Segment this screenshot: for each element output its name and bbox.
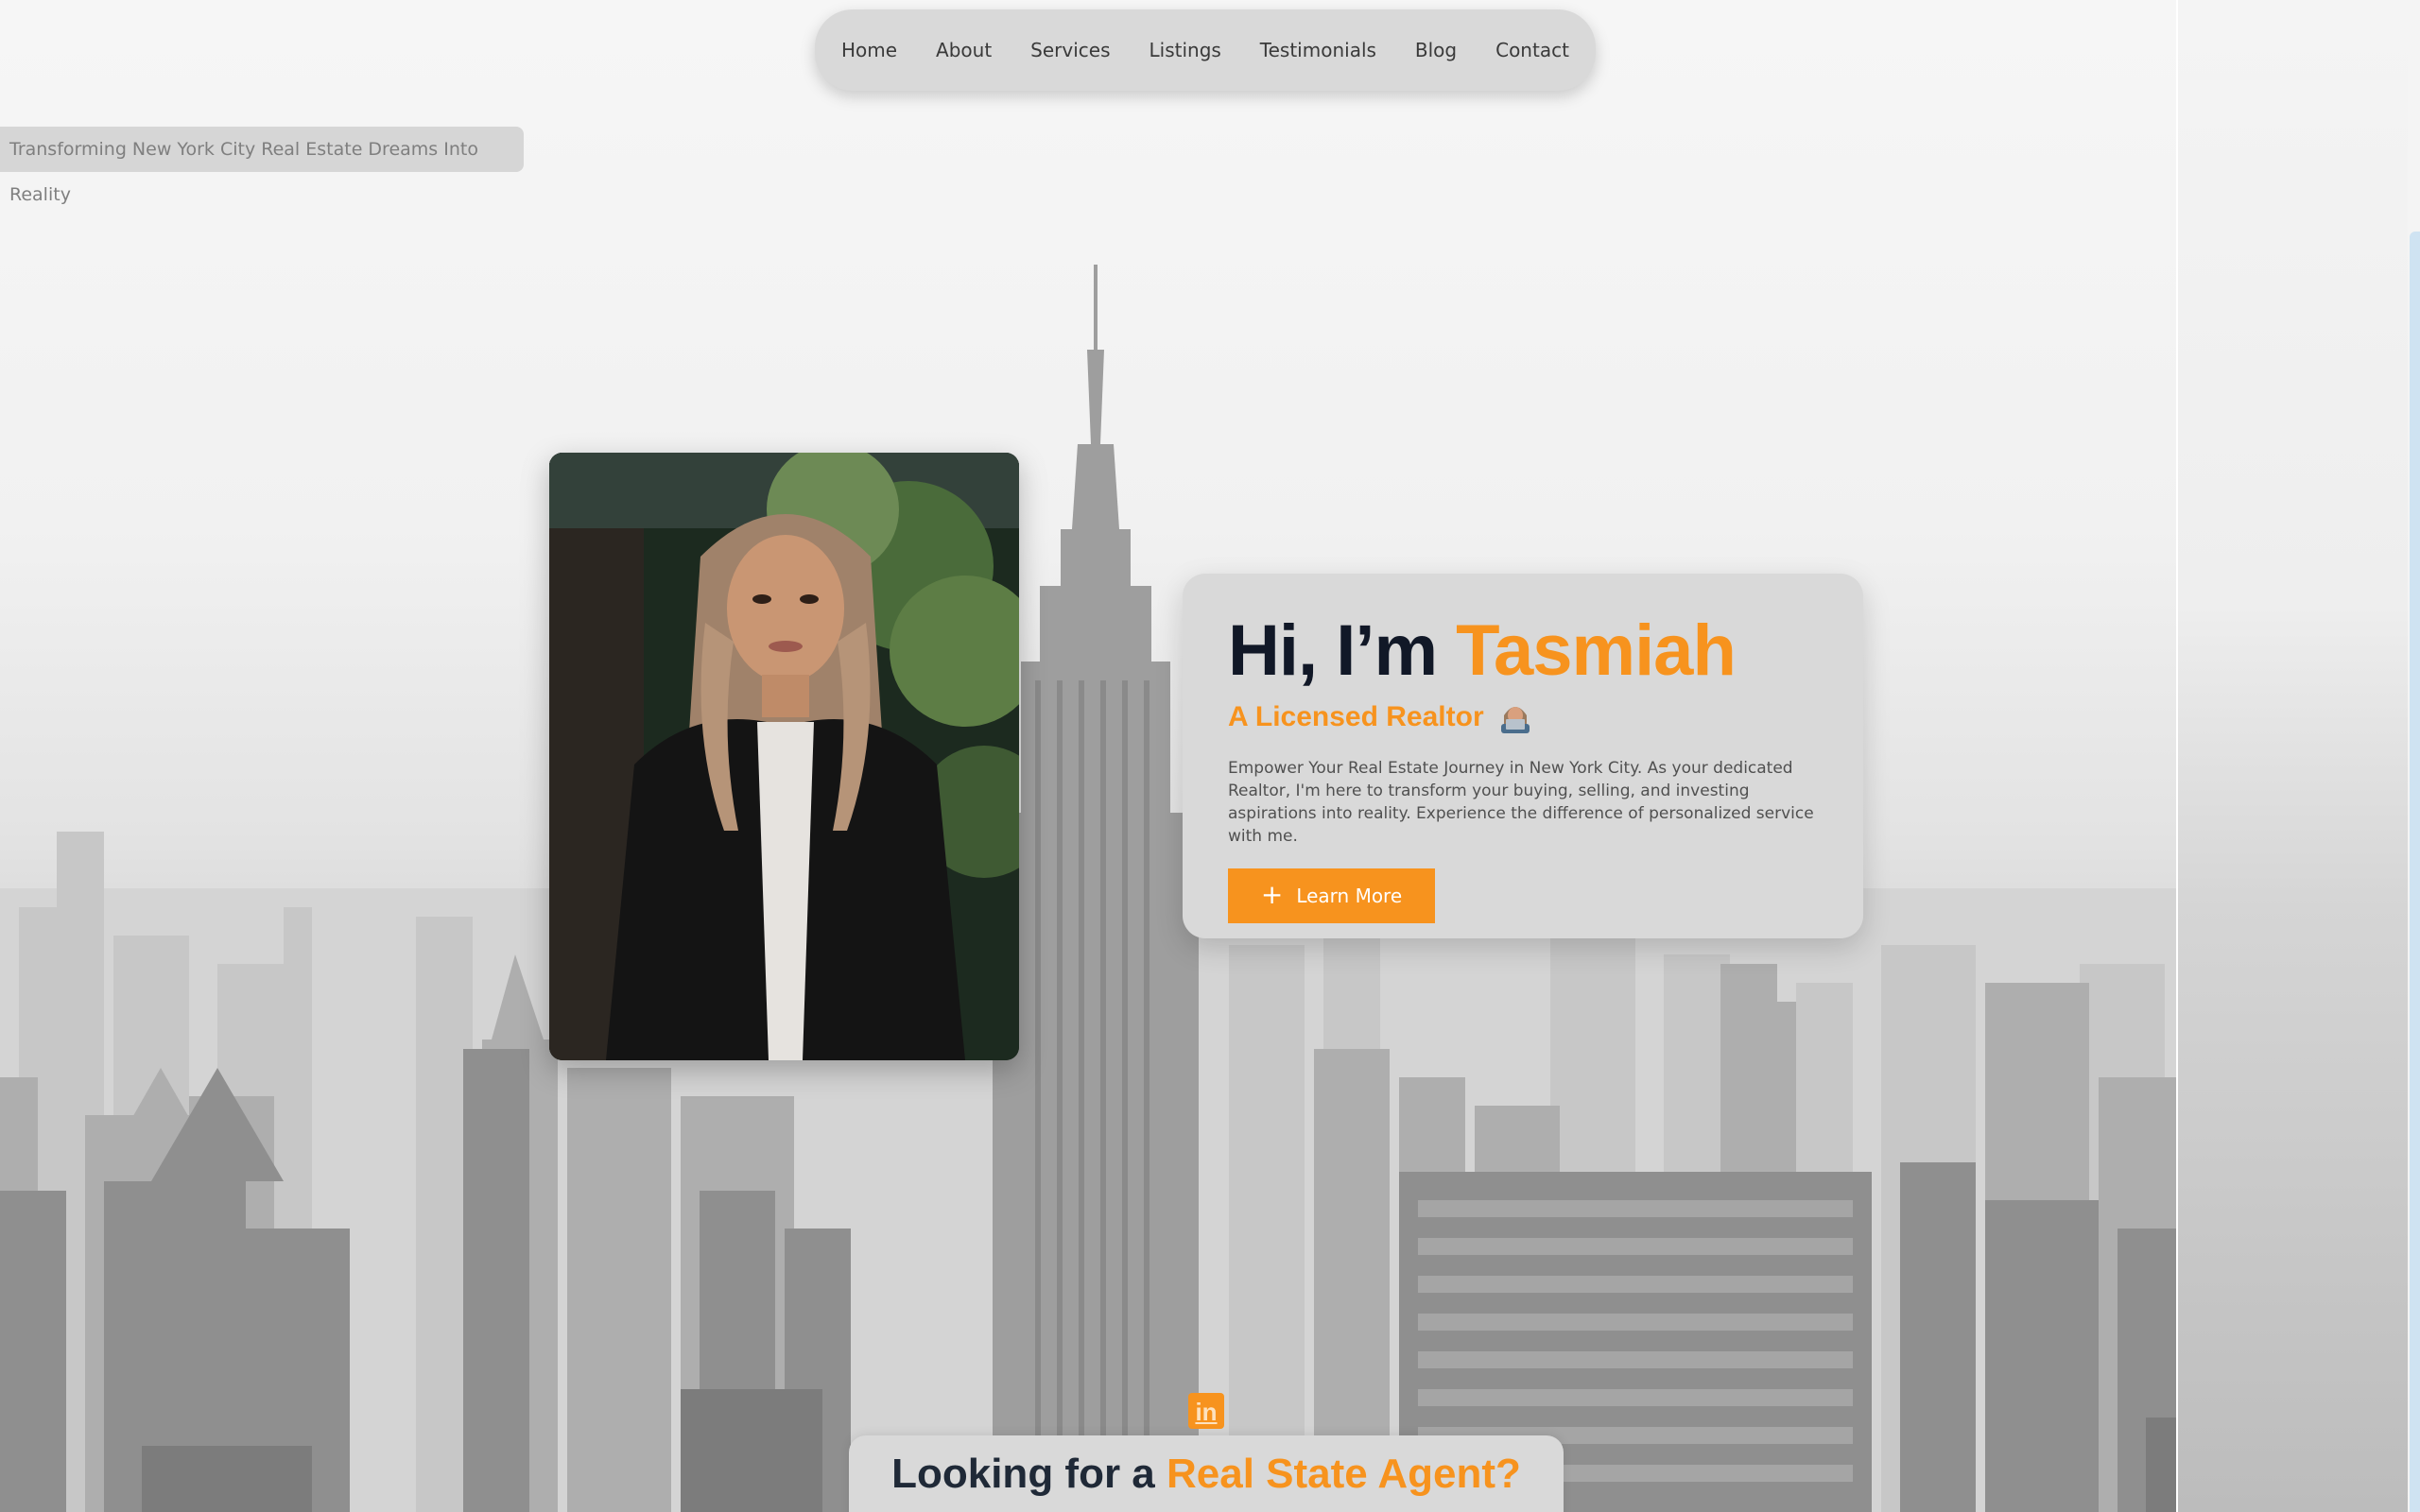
nav-blog[interactable]: Blog	[1415, 39, 1457, 61]
nav-listings[interactable]: Listings	[1150, 39, 1221, 61]
hero-title: Hi, I’m Tasmiah	[1228, 615, 1818, 687]
woman-technologist-emoji-icon	[1497, 698, 1533, 736]
hero-title-name: Tasmiah	[1456, 610, 1737, 691]
nav-testimonials[interactable]: Testimonials	[1260, 39, 1376, 61]
agent-section-title: Looking for a Real State Agent?	[849, 1451, 1564, 1498]
hero-title-prefix: Hi, I’m	[1228, 610, 1438, 691]
agent-section-title-accent: Real State Agent?	[1167, 1451, 1521, 1497]
nav-contact[interactable]: Contact	[1495, 39, 1569, 61]
hero-intro-card: Hi, I’m Tasmiah A Licensed Realtor Empow…	[1183, 574, 1863, 938]
agent-section-header: Looking for a Real State Agent?	[849, 1435, 1564, 1512]
nav-home[interactable]: Home	[841, 39, 897, 61]
right-edge-panel	[2176, 0, 2420, 1512]
learn-more-label: Learn More	[1296, 885, 1403, 907]
learn-more-button[interactable]: + Learn More	[1228, 868, 1435, 923]
nav-services[interactable]: Services	[1030, 39, 1110, 61]
linkedin-icon-label: in	[1195, 1398, 1218, 1426]
tagline-badge: Transforming New York City Real Estate D…	[0, 127, 524, 205]
realtor-portrait-photo	[549, 453, 1019, 1060]
main-nav: Home About Services Listings Testimonial…	[815, 9, 1596, 91]
linkedin-icon[interactable]: in	[1188, 1393, 1224, 1429]
hero-subtitle: A Licensed Realtor	[1228, 698, 1818, 736]
scrollbar-thumb[interactable]	[2410, 232, 2420, 1512]
hero-subtitle-text: A Licensed Realtor	[1228, 701, 1484, 732]
nav-about[interactable]: About	[936, 39, 992, 61]
agent-section-title-prefix: Looking for a	[891, 1451, 1155, 1497]
hero-description: Empower Your Real Estate Journey in New …	[1228, 759, 1814, 846]
plus-icon: +	[1260, 878, 1284, 910]
